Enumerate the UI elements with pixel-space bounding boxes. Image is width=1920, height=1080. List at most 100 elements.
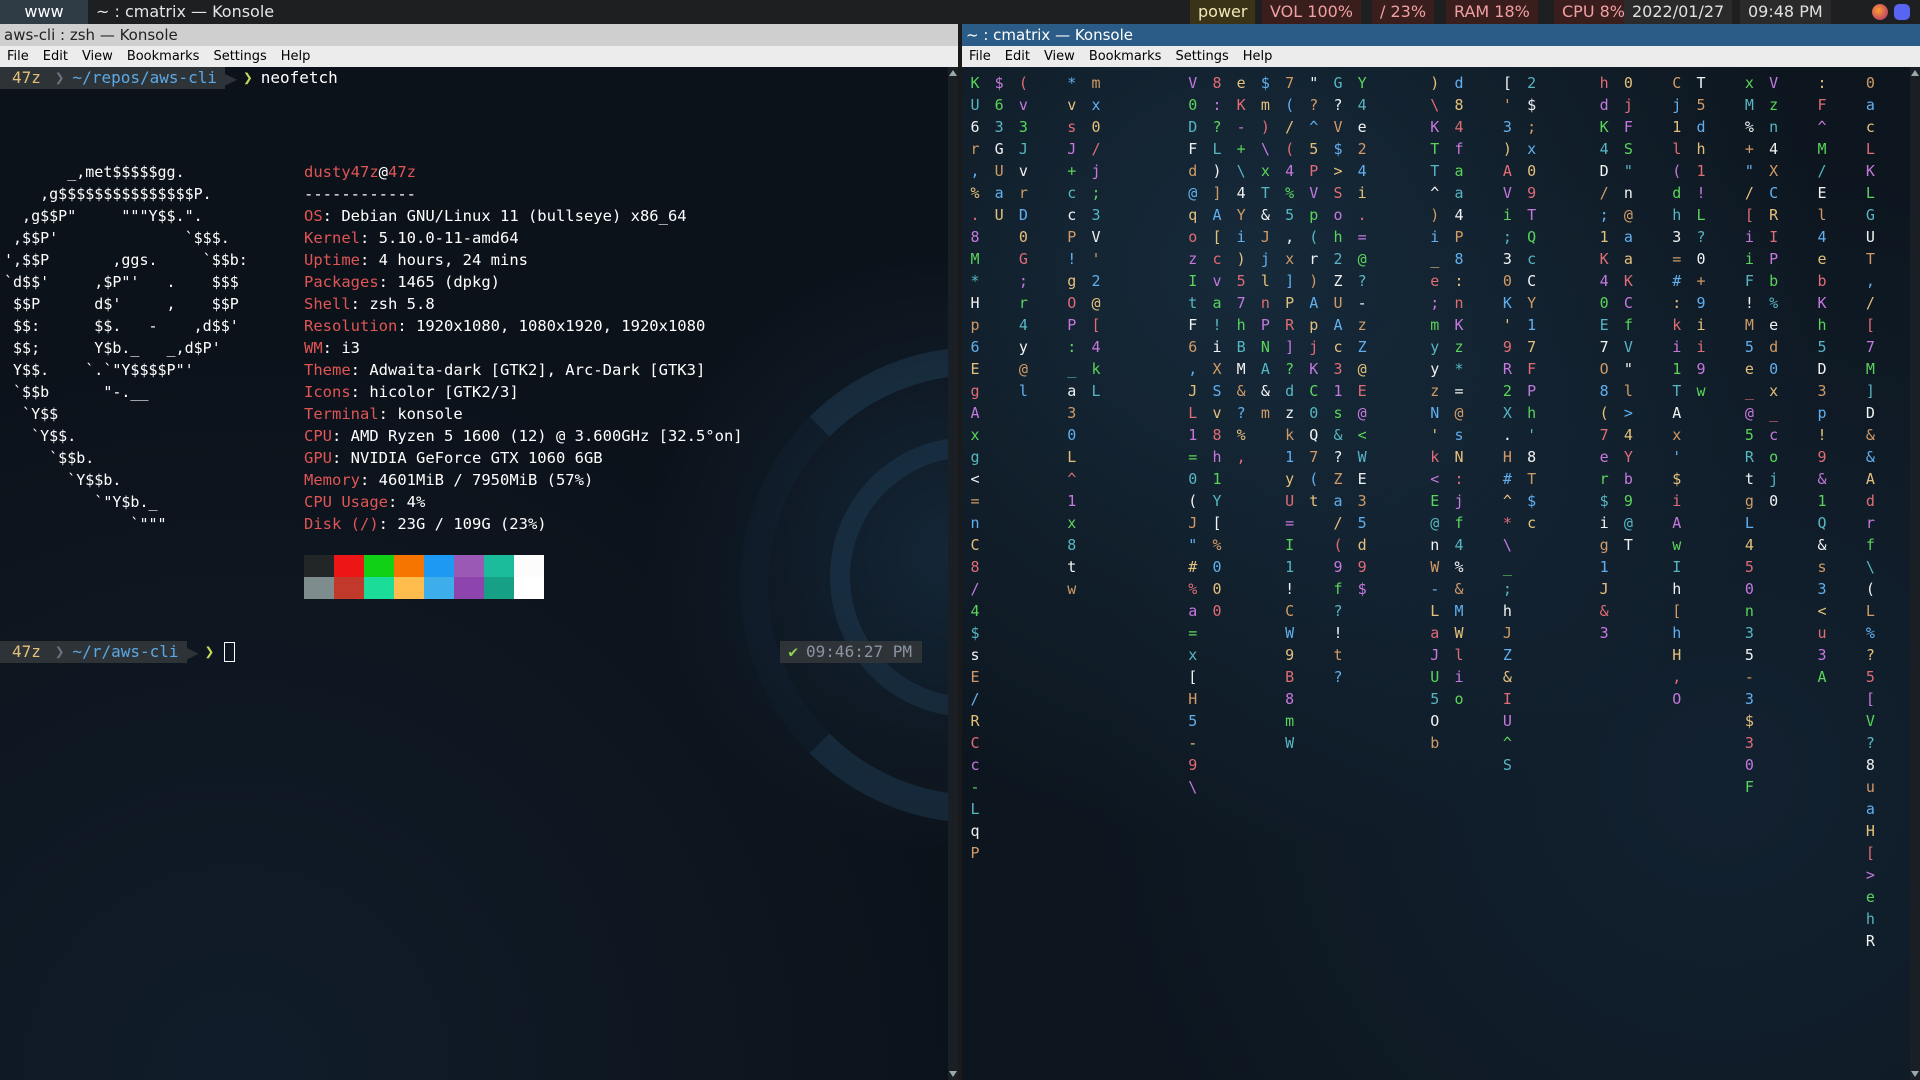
prompt-time: 09:46:27 PM [806, 642, 912, 661]
matrix-char: G [1333, 74, 1343, 92]
matrix-column: d 8 4 f a a 4 P 8: n Kz * = @ s N: j f 4% & M Wl i o [1450, 72, 1468, 710]
matrix-char: j [1454, 492, 1464, 510]
firefox-icon[interactable] [1872, 4, 1888, 20]
matrix-char: e [1769, 316, 1779, 334]
menu-bookmarks[interactable]: Bookmarks [120, 46, 207, 67]
neofetch-key: Shell [304, 295, 351, 313]
matrix-char: P [1285, 294, 1295, 312]
matrix-char: T [1865, 250, 1875, 268]
menu-view[interactable]: View [1037, 46, 1082, 67]
neofetch-row: Kernel: 5.10.0-11-amd64 [304, 229, 519, 247]
matrix-char: / [1091, 140, 1101, 158]
menu-settings[interactable]: Settings [1168, 46, 1235, 67]
matrix-char: / [1744, 184, 1754, 202]
window-titlebar[interactable]: aws-cli : zsh — Konsole [0, 24, 958, 46]
matrix-char: ' [1527, 426, 1537, 444]
matrix-char: y [1285, 470, 1295, 488]
menu-file[interactable]: File [0, 46, 36, 67]
matrix-char: ] [1285, 272, 1295, 290]
matrix-char: 9 [1357, 558, 1367, 576]
palette-swatch [484, 555, 514, 577]
matrix-char: 8 [1599, 382, 1609, 400]
matrix-char: 0 [1212, 558, 1222, 576]
matrix-char: c [1067, 184, 1077, 202]
matrix-char: L [1865, 184, 1875, 202]
matrix-char: m [1091, 74, 1101, 92]
matrix-char: l [1018, 382, 1028, 400]
scroll-up-icon[interactable] [949, 70, 957, 76]
matrix-char: - [1430, 580, 1440, 598]
matrix-char: c [1333, 338, 1343, 356]
neofetch-separator: ------------ [304, 185, 416, 203]
menu-help[interactable]: Help [1236, 46, 1280, 67]
menu-edit[interactable]: Edit [36, 46, 75, 67]
matrix-column: ) \ K T T ^) i _ e; m y y z N ' k < E @ n W - La J U 5 Ob [1426, 72, 1444, 754]
matrix-char: 0 [1212, 580, 1222, 598]
matrix-column: (v 3 Jv r D 0 G; r 4 y @ l [1014, 72, 1032, 402]
neofetch-value: zsh 5.8 [369, 295, 435, 313]
matrix-char: K [1623, 272, 1633, 290]
scroll-up-icon[interactable] [1911, 70, 1919, 76]
matrix-char: & [1236, 382, 1246, 400]
matrix-char: D [1599, 162, 1609, 180]
matrix-char: 8 [1527, 448, 1537, 466]
matrix-char: < [1357, 426, 1367, 444]
konsole-window-aws-cli[interactable]: aws-cli : zsh — Konsole File Edit View B… [0, 24, 958, 1080]
workspace-button-www[interactable]: www [0, 0, 88, 24]
matrix-char: 8 [1454, 96, 1464, 114]
matrix-char: " [1744, 162, 1754, 180]
konsole-window-cmatrix[interactable]: ~ : cmatrix — Konsole File Edit View Boo… [962, 24, 1920, 1080]
matrix-char: n [1430, 536, 1440, 554]
matrix-char: 0 [1769, 492, 1779, 510]
matrix-char: i [1599, 514, 1609, 532]
matrix-char: T [1672, 382, 1682, 400]
menu-edit[interactable]: Edit [998, 46, 1037, 67]
matrix-char: i [1502, 206, 1512, 224]
menu-bookmarks[interactable]: Bookmarks [1082, 46, 1169, 67]
matrix-char: 4 [1599, 272, 1609, 290]
matrix-char: 6 [994, 96, 1004, 114]
menu-settings[interactable]: Settings [206, 46, 273, 67]
matrix-char: 0 [1502, 272, 1512, 290]
matrix-char: N [1430, 404, 1440, 422]
matrix-char: ; [1018, 272, 1028, 290]
palette-swatch [364, 555, 394, 577]
matrix-char: 8 [1865, 756, 1875, 774]
matrix-char: w [1067, 580, 1077, 598]
terminal-area[interactable]: K U 6 r,%. 8 M * Hp 6 Eg Ax g < = n C 8/4 $ s E / R Cc - Lq P $6 3 G… [962, 67, 1910, 1080]
matrix-column: 2 $; x 0 9 T Qc C Y 1 7 F Ph ' 8 T $ c [1523, 72, 1541, 534]
matrix-char: 2 [1091, 272, 1101, 290]
scroll-down-icon[interactable] [949, 1071, 957, 1077]
terminal-area[interactable]: 47z ❯ ~/repos/aws-cli ▶ ❯ neofetch _,met… [0, 67, 958, 1080]
menu-help[interactable]: Help [274, 46, 318, 67]
matrix-char: b [1623, 470, 1633, 488]
matrix-char: [ [1865, 316, 1875, 334]
window-titlebar[interactable]: ~ : cmatrix — Konsole [962, 24, 1920, 46]
matrix-char: ? [1236, 404, 1246, 422]
matrix-char: I [1672, 558, 1682, 576]
matrix-char: 3 [1333, 360, 1343, 378]
scroll-down-icon[interactable] [1911, 1071, 1919, 1077]
matrix-char: v [1212, 404, 1222, 422]
matrix-column: 0 j F S " n @ a a K Cf V " l >4 Yb 9 @ T [1619, 72, 1637, 556]
scrollbar[interactable] [1910, 67, 1920, 1080]
matrix-char: z [1769, 96, 1779, 114]
menu-view[interactable]: View [75, 46, 120, 67]
matrix-char: x [1769, 382, 1779, 400]
volume-indicator[interactable]: VOL 100% [1262, 0, 1361, 24]
menu-file[interactable]: File [962, 46, 998, 67]
matrix-char: r [1599, 470, 1609, 488]
matrix-char: 8 [1212, 426, 1222, 444]
matrix-char: 5 [1309, 140, 1319, 158]
power-indicator[interactable]: power [1190, 0, 1256, 24]
shell-prompt-current[interactable]: 47z ❯ ~/r/aws-cli ▶ ❯ [0, 641, 236, 663]
scrollbar[interactable] [948, 67, 958, 1080]
text-cursor[interactable] [224, 642, 236, 662]
matrix-char: $ [1333, 140, 1343, 158]
matrix-char: T [1696, 74, 1706, 92]
matrix-char: 1 [1285, 558, 1295, 576]
matrix-char: * [970, 272, 980, 290]
matrix-char: ! [1067, 250, 1077, 268]
discord-icon[interactable] [1894, 4, 1910, 20]
neofetch-key: Kernel [304, 229, 360, 247]
